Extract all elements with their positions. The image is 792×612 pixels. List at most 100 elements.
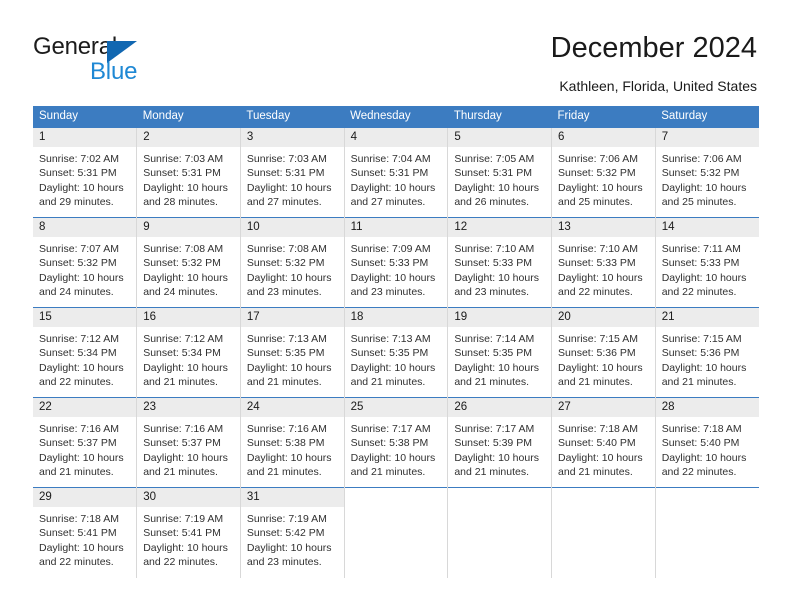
day-number: 8 [33,218,137,237]
sunset-text: Sunset: 5:31 PM [350,167,429,180]
calendar-day-cell[interactable]: 5 Sunrise: 7:05 AM Sunset: 5:31 PM Daylight… [447,127,552,218]
calendar-day-cell[interactable]: 25 Sunrise: 7:17 AM Sunset: 5:38 PM Dayligh… [343,397,448,488]
calendar-body: 1 Sunrise: 7:02 AM Sunset: 5:31 PM Daylight… [33,127,759,578]
day-sun-info: Sunrise: 7:10 AM Sunset: 5:33 PM Daylight:… [552,237,655,299]
sunset-text: Sunset: 5:32 PM [143,257,221,270]
calendar-day-cell[interactable]: 7 Sunrise: 7:06 AM Sunset: 5:32 PM Daylight… [654,127,759,218]
daylight-text-line1: Daylight: 10 hours [246,541,332,554]
calendar-day-cell[interactable]: 9 Sunrise: 7:08 AM Sunset: 5:32 PM Daylight… [136,217,241,308]
calendar-grid: Sunday Monday Tuesday Wednesday Thursday Frid… [33,106,759,578]
sunset-text: Sunset: 5:41 PM [143,527,221,540]
day-number: 17 [240,308,344,327]
daylight-text-line2: and 23 minutes. [246,285,322,298]
daylight-text-line1: Daylight: 10 hours [454,181,539,194]
daylight-text-line1: Daylight: 10 hours [558,451,643,464]
sunrise-text: Sunrise: 7:04 AM [350,153,431,165]
sunrise-text: Sunrise: 7:14 AM [454,333,535,345]
calendar-day-cell[interactable]: 20 Sunrise: 7:15 AM Sunset: 5:36 PM Dayligh… [551,307,656,398]
calendar-day-cell[interactable]: 14 Sunrise: 7:11 AM Sunset: 5:33 PM Dayligh… [654,217,759,308]
calendar-week-row: 29 Sunrise: 7:18 AM Sunset: 5:41 PM Dayligh… [33,487,759,578]
day-number: 7 [655,128,759,147]
calendar-day-cell[interactable]: 31 Sunrise: 7:19 AM Sunset: 5:42 PM Dayligh… [239,487,345,578]
daylight-text-line2: and 23 minutes. [454,285,530,298]
day-number: 31 [240,488,344,507]
general-blue-logo[interactable]: General Blue [33,33,173,85]
calendar-day-cell[interactable]: 8 Sunrise: 7:07 AM Sunset: 5:32 PM Daylight… [33,217,137,308]
sunset-text: Sunset: 5:38 PM [246,437,325,450]
daylight-text-line2: and 21 minutes. [454,465,530,478]
daylight-text-line1: Daylight: 10 hours [246,271,332,284]
calendar-day-cell[interactable]: 12 Sunrise: 7:10 AM Sunset: 5:33 PM Dayligh… [447,217,552,308]
daylight-text-line1: Daylight: 10 hours [558,181,643,194]
sunset-text: Sunset: 5:31 PM [454,167,532,180]
sunset-text: Sunset: 5:33 PM [661,257,740,270]
day-number: 30 [137,488,240,507]
calendar-day-cell[interactable]: 1 Sunrise: 7:02 AM Sunset: 5:31 PM Daylight… [33,127,137,218]
page-subtitle-location: Kathleen, Florida, United States [559,78,757,94]
calendar-day-cell[interactable]: 16 Sunrise: 7:12 AM Sunset: 5:34 PM Dayligh… [136,307,241,398]
sunset-text: Sunset: 5:32 PM [661,167,740,180]
day-number: 1 [33,128,137,147]
calendar-day-cell[interactable]: 4 Sunrise: 7:04 AM Sunset: 5:31 PM Daylight… [343,127,448,218]
daylight-text-line1: Daylight: 10 hours [143,361,228,374]
sunrise-text: Sunrise: 7:15 AM [661,333,742,345]
weekday-header-sunday: Sunday [33,106,137,128]
calendar-day-cell[interactable]: 13 Sunrise: 7:10 AM Sunset: 5:33 PM Dayligh… [551,217,656,308]
day-sun-info: Sunrise: 7:11 AM Sunset: 5:33 PM Daylight:… [656,237,759,299]
sunset-text: Sunset: 5:35 PM [350,347,429,360]
calendar-day-cell[interactable]: 22 Sunrise: 7:16 AM Sunset: 5:37 PM Dayligh… [33,397,137,488]
calendar-day-cell[interactable]: 11 Sunrise: 7:09 AM Sunset: 5:33 PM Dayligh… [343,217,448,308]
sunset-text: Sunset: 5:35 PM [246,347,325,360]
daylight-text-line2: and 25 minutes. [558,195,633,208]
calendar-day-cell[interactable]: 6 Sunrise: 7:06 AM Sunset: 5:32 PM Daylight… [551,127,656,218]
calendar-day-cell[interactable]: 3 Sunrise: 7:03 AM Sunset: 5:31 PM Daylight… [239,127,345,218]
sunrise-text: Sunrise: 7:18 AM [39,513,119,525]
calendar-day-cell[interactable]: 19 Sunrise: 7:14 AM Sunset: 5:35 PM Dayligh… [447,307,552,398]
calendar-day-cell[interactable]: 17 Sunrise: 7:13 AM Sunset: 5:35 PM Dayligh… [239,307,345,398]
weekday-header-thursday: Thursday [447,106,552,128]
sunset-text: Sunset: 5:40 PM [558,437,636,450]
calendar-day-cell[interactable]: 21 Sunrise: 7:15 AM Sunset: 5:36 PM Dayligh… [654,307,759,398]
day-sun-info: Sunrise: 7:18 AM Sunset: 5:40 PM Daylight:… [552,417,655,479]
calendar-day-cell[interactable]: 27 Sunrise: 7:18 AM Sunset: 5:40 PM Dayligh… [551,397,656,488]
day-number: 26 [448,398,552,417]
calendar-day-cell[interactable]: 23 Sunrise: 7:16 AM Sunset: 5:37 PM Dayligh… [136,397,241,488]
weekday-header-monday: Monday [136,106,241,128]
logo-text-general: General [33,33,117,60]
calendar-day-cell[interactable]: 24 Sunrise: 7:16 AM Sunset: 5:38 PM Dayligh… [239,397,345,488]
calendar-day-cell[interactable]: 29 Sunrise: 7:18 AM Sunset: 5:41 PM Dayligh… [33,487,137,578]
sunset-text: Sunset: 5:32 PM [39,257,117,270]
daylight-text-line1: Daylight: 10 hours [350,271,436,284]
sunset-text: Sunset: 5:36 PM [558,347,636,360]
daylight-text-line2: and 23 minutes. [350,285,426,298]
calendar-day-cell[interactable]: 26 Sunrise: 7:17 AM Sunset: 5:39 PM Dayligh… [447,397,552,488]
calendar-day-cell[interactable]: 30 Sunrise: 7:19 AM Sunset: 5:41 PM Dayligh… [136,487,241,578]
calendar-day-cell[interactable]: 18 Sunrise: 7:13 AM Sunset: 5:35 PM Dayligh… [343,307,448,398]
sunset-text: Sunset: 5:34 PM [143,347,221,360]
calendar-day-cell[interactable]: 2 Sunrise: 7:03 AM Sunset: 5:31 PM Daylight… [136,127,241,218]
day-sun-info: Sunrise: 7:06 AM Sunset: 5:32 PM Daylight:… [552,147,655,209]
daylight-text-line2: and 22 minutes. [143,555,218,568]
day-sun-info: Sunrise: 7:17 AM Sunset: 5:38 PM Daylight:… [345,417,448,479]
day-number: 18 [344,308,448,327]
day-sun-info: Sunrise: 7:10 AM Sunset: 5:33 PM Daylight:… [448,237,551,299]
sunrise-text: Sunrise: 7:17 AM [350,423,431,435]
sunrise-text: Sunrise: 7:10 AM [558,243,638,255]
daylight-text-line2: and 22 minutes. [558,285,633,298]
day-sun-info: Sunrise: 7:12 AM Sunset: 5:34 PM Daylight:… [137,327,240,389]
calendar-day-cell-empty [654,487,759,578]
sunset-text: Sunset: 5:37 PM [143,437,221,450]
sunrise-text: Sunrise: 7:12 AM [39,333,119,345]
calendar-day-cell[interactable]: 10 Sunrise: 7:08 AM Sunset: 5:32 PM Dayligh… [239,217,345,308]
day-number: 11 [344,218,448,237]
day-sun-info: Sunrise: 7:03 AM Sunset: 5:31 PM Daylight:… [241,147,344,209]
sunrise-text: Sunrise: 7:16 AM [246,423,327,435]
calendar-day-cell-empty [343,487,448,578]
sunrise-text: Sunrise: 7:18 AM [558,423,638,435]
calendar-header-row: Sunday Monday Tuesday Wednesday Thursday Frid… [33,106,759,128]
calendar-day-cell[interactable]: 15 Sunrise: 7:12 AM Sunset: 5:34 PM Dayligh… [33,307,137,398]
day-sun-info: Sunrise: 7:03 AM Sunset: 5:31 PM Daylight:… [137,147,240,209]
daylight-text-line2: and 21 minutes. [39,465,114,478]
daylight-text-line2: and 21 minutes. [350,465,426,478]
calendar-day-cell[interactable]: 28 Sunrise: 7:18 AM Sunset: 5:40 PM Dayligh… [654,397,759,488]
